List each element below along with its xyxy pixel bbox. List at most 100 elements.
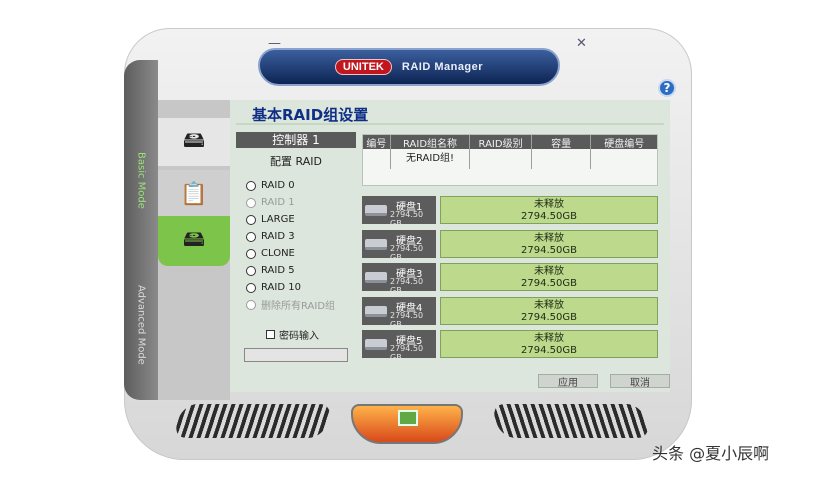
title-bar: UNITEK RAID Manager: [258, 48, 560, 86]
disk-row[interactable]: 硬盘4 2794.50 GB 未释放 2794.50GB: [362, 296, 658, 329]
disk-size: 2794.50 GB: [390, 243, 424, 262]
disk-status: 未释放: [534, 333, 564, 344]
page-title: 基本RAID组设置: [252, 106, 369, 124]
disk-row[interactable]: 硬盘3 2794.50 GB 未释放 2794.50GB: [362, 263, 658, 295]
controller-column: 控制器 1 配置 RAID RAID 0 RAID 1 LARGE RAID 3…: [236, 132, 356, 362]
raid-option-label: 删除所有RAID组: [261, 301, 336, 312]
disk-row[interactable]: 硬盘2 2794.50 GB 未释放 2794.50GB: [362, 229, 658, 262]
disk-status: 未释放: [534, 266, 564, 277]
drives-icon: 🖴: [182, 128, 206, 153]
advanced-mode-tab[interactable]: Advanced Mode: [124, 260, 158, 390]
raid-option-label: LARGE: [261, 214, 295, 225]
drive-settings-icon: 🖴: [182, 227, 206, 252]
apply-button[interactable]: 应用: [538, 374, 598, 389]
raid-option-delete-all: 删除所有RAID组: [236, 296, 356, 313]
disk-list: 硬盘1 2794.50 GB 未释放 2794.50GB 硬盘2 2794.50…: [362, 196, 658, 364]
raid-option-label: RAID 5: [261, 265, 295, 276]
disk-size: 2794.50 GB: [390, 310, 424, 329]
title-divider: [236, 123, 664, 125]
raid-info-tile[interactable]: 📋: [158, 170, 230, 218]
password-label: 密码输入: [279, 331, 319, 342]
password-checkbox[interactable]: [266, 330, 275, 339]
brand-logo: UNITEK: [334, 59, 392, 75]
close-icon[interactable]: ✕: [576, 36, 587, 51]
disk-info: 硬盘4 2794.50 GB: [362, 296, 436, 329]
config-raid-label: 配置 RAID: [270, 155, 322, 168]
disk-capacity-bar: 未释放 2794.50GB: [440, 263, 658, 291]
hard-drive-icon: [365, 339, 387, 350]
disk-row[interactable]: 硬盘1 2794.50 GB 未释放 2794.50GB: [362, 196, 658, 228]
password-field[interactable]: [244, 348, 348, 362]
disk-status: 未释放: [534, 299, 564, 311]
hard-drive-icon: [365, 272, 387, 283]
col-number: 编号: [363, 135, 391, 150]
disk-capacity: 2794.50GB: [521, 345, 577, 356]
raid-option-raid0[interactable]: RAID 0: [236, 177, 356, 194]
disk-capacity: 2794.50GB: [521, 244, 577, 256]
col-raid-level: RAID级别: [470, 135, 532, 150]
radio-button: [246, 197, 256, 208]
raid-setup-tile[interactable]: 🖴: [158, 118, 230, 166]
disk-capacity-bar: 未释放 2794.50GB: [440, 196, 658, 224]
function-icon-column: 🖴 📋 🖴: [158, 100, 230, 400]
hard-drive-icon: [365, 205, 387, 216]
chip-icon: [398, 410, 418, 426]
raid-option-label: RAID 0: [261, 180, 295, 191]
radio-button[interactable]: [246, 282, 256, 293]
disk-info: 硬盘2 2794.50 GB: [362, 229, 436, 262]
raid-option-large[interactable]: LARGE: [236, 211, 356, 228]
disk-status: 未释放: [534, 232, 564, 244]
help-icon[interactable]: ?: [658, 79, 676, 97]
action-bar: 应用 取消: [538, 374, 670, 389]
app-title: RAID Manager: [401, 61, 484, 73]
col-capacity: 容量: [532, 135, 592, 150]
raid-option-label: CLONE: [261, 248, 295, 259]
raid-option-label: RAID 3: [261, 231, 295, 242]
disk-info: 硬盘1 2794.50 GB: [362, 196, 436, 228]
disk-capacity-bar: 未释放 2794.50GB: [440, 330, 658, 358]
col-disk-number: 硬盘编号: [604, 139, 645, 150]
raid-option-raid10[interactable]: RAID 10: [236, 279, 356, 296]
radio-button[interactable]: [246, 214, 256, 225]
right-vent-grill: [490, 404, 652, 438]
radio-button[interactable]: [246, 265, 256, 276]
disk-info: 硬盘3 2794.50 GB: [362, 263, 436, 295]
empty-cell: [363, 149, 391, 169]
radio-button: [246, 299, 256, 310]
table-header: 编号 RAID组名称 RAID级别 容量 硬盘编号: [363, 135, 657, 150]
disk-size: 2794.50 GB: [390, 210, 424, 228]
empty-cell: [591, 149, 657, 169]
raid-group-table: 编号 RAID组名称 RAID级别 容量 硬盘编号 无RAID组!: [362, 134, 658, 186]
col-group-name: RAID组名称: [391, 135, 471, 150]
disk-status: 未释放: [534, 199, 564, 210]
password-toggle[interactable]: 密码输入: [266, 327, 356, 342]
raid-option-clone[interactable]: CLONE: [236, 245, 356, 262]
empty-cell: [532, 149, 592, 169]
left-vent-grill: [172, 404, 334, 438]
disk-size: 2794.50 GB: [390, 344, 424, 362]
disk-capacity: 2794.50GB: [521, 278, 577, 289]
disk-capacity-bar: 未释放 2794.50GB: [440, 296, 658, 325]
disk-size: 2794.50 GB: [390, 277, 424, 295]
cancel-button[interactable]: 取消: [610, 374, 670, 389]
basic-mode-tab[interactable]: Basic Mode: [124, 120, 158, 240]
basic-raid-tile[interactable]: 🖴: [158, 216, 230, 266]
raid-option-raid5[interactable]: RAID 5: [236, 262, 356, 279]
hard-drive-icon: [365, 238, 387, 250]
mode-rail: Basic Mode Advanced Mode: [124, 60, 158, 400]
watermark-text: 头条 @夏小辰啊: [652, 444, 770, 463]
hard-drive-icon: [365, 305, 387, 317]
disk-row[interactable]: 硬盘5 2794.50 GB 未释放 2794.50GB: [362, 330, 658, 362]
raid-option-label: RAID 10: [261, 282, 301, 293]
radio-button[interactable]: [246, 180, 256, 191]
radio-button[interactable]: [246, 231, 256, 242]
radio-button[interactable]: [246, 248, 256, 259]
controller-header: 控制器 1: [236, 132, 356, 148]
raid-option-raid3[interactable]: RAID 3: [236, 228, 356, 245]
disk-capacity: 2794.50GB: [521, 311, 577, 323]
table-row: 无RAID组!: [363, 149, 657, 169]
disk-info: 硬盘5 2794.50 GB: [362, 330, 436, 362]
disk-capacity-bar: 未释放 2794.50GB: [440, 229, 658, 258]
empty-cell: [470, 149, 532, 169]
raid-option-label: RAID 1: [261, 197, 295, 208]
